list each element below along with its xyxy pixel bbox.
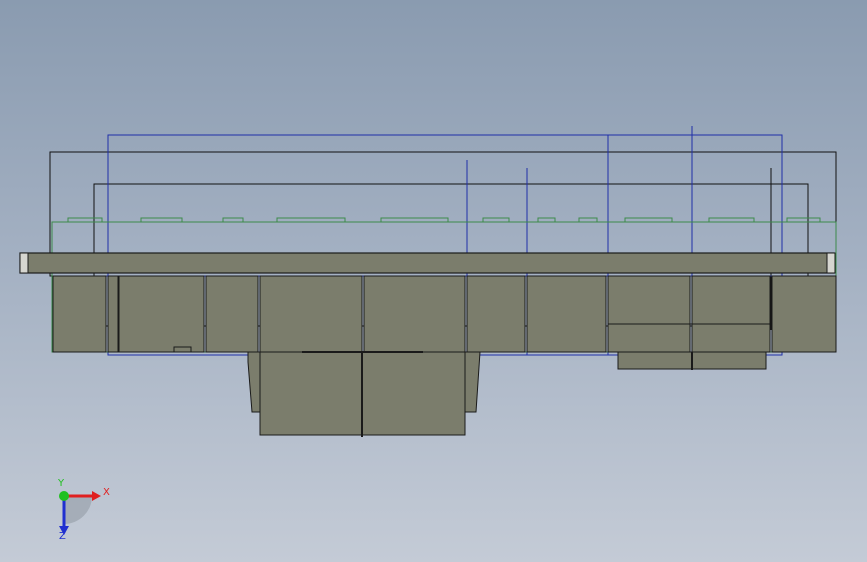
module-blocks[interactable]: [52, 275, 837, 353]
block-10: [691, 275, 771, 353]
block-3: [118, 275, 205, 353]
y-axis-label: Y: [58, 478, 65, 489]
model-view-canvas[interactable]: [0, 0, 867, 562]
top-plate-left-cap: [19, 252, 29, 274]
housing-right-flange: [464, 351, 481, 413]
block-2: [107, 275, 119, 353]
coordinate-triad[interactable]: X Y Z: [40, 478, 120, 546]
block-4: [205, 275, 259, 353]
lower-housing[interactable]: [247, 351, 767, 437]
triad-quadrant-shade: [64, 496, 92, 524]
block-1: [52, 275, 107, 353]
top-plate-right-cap: [826, 252, 836, 274]
z-axis-label: Z: [59, 531, 66, 542]
block-11: [771, 275, 837, 353]
block-9: [607, 275, 691, 353]
x-axis-label: X: [103, 487, 110, 498]
block-8: [526, 275, 607, 353]
cad-graphics-viewport[interactable]: X Y Z: [0, 0, 867, 562]
green-pad-row: [67, 217, 821, 223]
x-axis-arrowhead: [92, 491, 101, 501]
block-5: [259, 275, 363, 353]
block-6: [363, 275, 466, 353]
block-7: [466, 275, 526, 353]
tab-small-left: [173, 346, 192, 353]
top-plate[interactable]: [19, 252, 836, 274]
housing-left-flange: [247, 351, 261, 413]
y-axis-dot: [59, 491, 69, 501]
